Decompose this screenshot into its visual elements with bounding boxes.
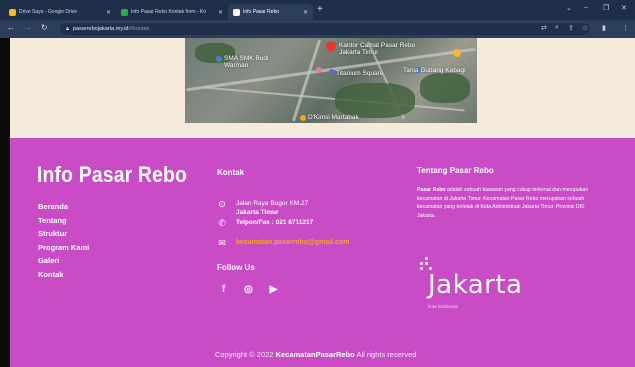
address-row: ⊙ Jalan Raya Bogor KM.27 Jakarta Timur [217, 199, 308, 217]
bookmark-star-icon[interactable]: ☆ [582, 24, 588, 32]
map-label-dkimsi: D'Kimsi Martabak [308, 114, 359, 121]
address-bar[interactable]: 🔒︎ pasarrebojakarta.my.id /#kontak [60, 23, 590, 35]
footer-menu: Beranda Tentang Struktur Program Kami Ga… [38, 203, 89, 279]
copyright-prefix: Copyright © 2022 [215, 350, 276, 359]
instagram-icon[interactable]: ◎ [243, 284, 254, 295]
kontak-heading: Kontak [217, 168, 245, 177]
tab-title: Info Pasar Rebo [243, 9, 280, 15]
share-icon[interactable]: ⇪ [568, 24, 574, 32]
follow-us-heading: Follow Us [217, 263, 255, 272]
menu-icon[interactable]: ⋮ [622, 24, 629, 32]
tentang-bold-lead: Pasar Rebo [417, 187, 446, 193]
tab-info-pasar-rebo[interactable]: Info Pasar Rebo ✕ [228, 4, 313, 20]
zoom-icon[interactable]: ⌕ [555, 24, 559, 32]
back-icon[interactable]: ← [7, 23, 15, 32]
maximize-icon[interactable]: ❐ [603, 4, 609, 12]
site-footer: Info Pasar Rebo Beranda Tentang Struktur… [10, 138, 635, 367]
phone-row: ✆ Telpon/Fax : 021 8711217 [217, 218, 313, 229]
phone-icon: ✆ [218, 218, 226, 228]
close-tab-icon[interactable]: ✕ [106, 9, 111, 16]
lock-icon: 🔒︎ [66, 25, 69, 32]
email-link[interactable]: kecamatan.pasarrebo@gmail.com [236, 238, 349, 247]
reload-icon[interactable]: ↻ [41, 23, 48, 32]
tentang-description: Pasar Rebo adalah sebuah kawasan yang cu… [417, 186, 597, 220]
restaurant-marker-icon[interactable] [453, 49, 461, 57]
copyright-text: Copyright © 2022 KecamatanPasarRebo All … [215, 350, 416, 359]
close-tab-icon[interactable]: ✕ [303, 9, 308, 16]
new-tab-button[interactable]: + [317, 5, 323, 15]
menu-link-kontak[interactable]: Kontak [38, 270, 89, 279]
forms-icon [121, 8, 128, 16]
menu-link-galeri[interactable]: Galeri [38, 257, 89, 265]
phone-text: Telpon/Fax : 021 8711217 [236, 219, 314, 226]
map-label-tania: Tania Gudang Kebagi [403, 67, 466, 74]
shop-marker-icon[interactable] [316, 67, 322, 73]
site-favicon-icon [233, 8, 240, 16]
jakarta-logo: Jakarta kota kolaborasi [418, 256, 558, 316]
url-host: pasarrebojakarta.my.id [72, 26, 129, 32]
tab-title: Info Pasar Rebo Kontak form - Ko [131, 9, 207, 15]
menu-link-tentang[interactable]: Tentang [38, 216, 89, 225]
menu-link-struktur[interactable]: Struktur [38, 230, 89, 238]
close-tab-icon[interactable]: ✕ [218, 9, 223, 16]
address-line-1: Jalan Raya Bogor KM.27 [236, 200, 309, 207]
translate-icon[interactable]: ⇄ [541, 24, 547, 32]
email-row: ✉ kecamatan.pasarrebo@gmail.com [217, 238, 349, 249]
facebook-icon[interactable]: f [218, 284, 229, 295]
google-drive-icon [9, 8, 16, 16]
location-pin-icon[interactable] [323, 38, 339, 54]
menu-link-program-kami[interactable]: Program Kami [38, 243, 89, 252]
logo-tagline: kota kolaborasi [428, 304, 459, 309]
tentang-heading: Tentang Pasar Rebo [417, 166, 494, 175]
tab-kontak-form[interactable]: Info Pasar Rebo Kontak form - Ko ✕ [116, 4, 228, 20]
copyright-owner: KecamatanPasarRebo [275, 350, 355, 359]
envelope-icon: ✉ [218, 238, 226, 248]
location-icon: ⊙ [218, 199, 226, 209]
footer-brand[interactable]: Info Pasar Rebo [37, 162, 187, 188]
url-path: /#kontak [128, 26, 150, 32]
youtube-icon[interactable]: ▶ [268, 284, 279, 295]
map-label-kantor: Kantor Camat Pasar Rebo Jakarta Timur [339, 42, 416, 56]
map-label-sman: SMA SMK Budi Warman [224, 55, 269, 69]
google-map[interactable]: Kantor Camat Pasar Rebo Jakarta Timur SM… [185, 38, 477, 123]
school-marker-icon[interactable] [216, 56, 222, 62]
sidebar-icon[interactable]: ▮ [602, 24, 606, 32]
address-line-2: Jakarta Timur [236, 209, 279, 216]
minimize-icon[interactable]: – [584, 4, 588, 11]
chevron-down-icon[interactable]: ⌄ [566, 4, 572, 12]
copyright-suffix: All rights reserved [354, 350, 417, 359]
tab-google-drive[interactable]: Drive Saya - Google Drive ✕ [4, 4, 116, 20]
tab-title: Drive Saya - Google Drive [19, 9, 78, 15]
food-marker-icon[interactable] [300, 115, 306, 121]
browser-tab-strip: Drive Saya - Google Drive ✕ Info Pasar R… [0, 0, 635, 20]
forward-icon[interactable]: → [24, 23, 32, 32]
menu-link-beranda[interactable]: Beranda [38, 203, 89, 211]
close-window-icon[interactable]: ✕ [621, 4, 627, 12]
web-page: Kantor Camat Pasar Rebo Jakarta Timur SM… [10, 38, 635, 367]
social-links: f ◎ ▶ [218, 284, 279, 295]
logo-wordmark: Jakarta [428, 270, 523, 300]
browser-toolbar: ← → ↻ 🔒︎ pasarrebojakarta.my.id /#kontak… [0, 20, 635, 38]
place-marker-icon[interactable] [329, 69, 335, 75]
map-label-titanium: Titanium Square [336, 70, 384, 77]
